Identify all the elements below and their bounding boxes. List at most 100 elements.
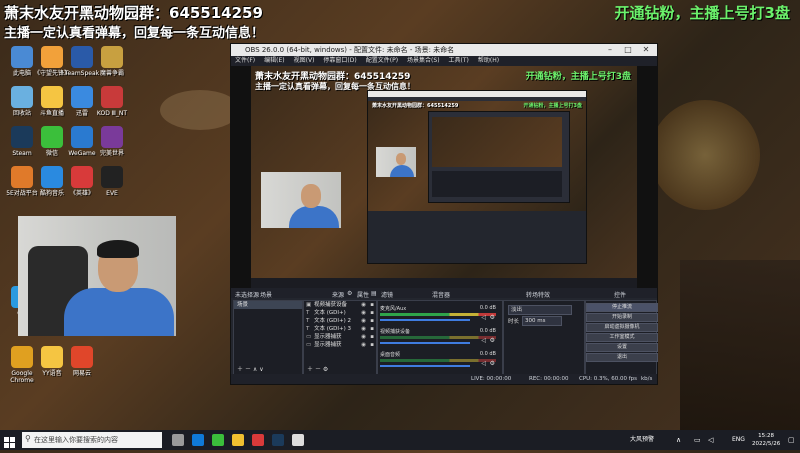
volume-slider[interactable]: [380, 319, 470, 321]
taskbar-app-icon[interactable]: [272, 434, 284, 446]
taskbar-app-icon[interactable]: [252, 434, 264, 446]
visibility-icon[interactable]: ◉: [361, 309, 366, 317]
lock-icon[interactable]: ▪: [370, 309, 374, 317]
source-item[interactable]: T 文本 (GDI+) 2 ◉ ▪: [304, 317, 376, 325]
control-button[interactable]: 退出: [586, 353, 658, 362]
source-item[interactable]: ▣ 视频捕获设备 ◉ ▪: [304, 301, 376, 309]
notification-icon[interactable]: ▢: [788, 430, 795, 450]
volume-slider[interactable]: [380, 365, 470, 367]
move-up-button[interactable]: ∧: [253, 366, 257, 373]
gear-icon[interactable]: ⚙: [490, 360, 495, 367]
webcam-feed: [18, 216, 176, 336]
add-source-button[interactable]: ＋: [307, 366, 313, 373]
mute-speaker-icon[interactable]: ◁: [481, 360, 486, 367]
app-icon: [41, 86, 63, 108]
close-button[interactable]: ✕: [637, 44, 655, 56]
lock-icon[interactable]: ▪: [370, 341, 374, 349]
obs-docks: 未选择源 ⚙ 属性 ▤ 滤镜 场景 场景 ＋ － ∧ ∨ 来源 ▣ 视频捕获设备 ◉…: [231, 288, 658, 384]
desktop-icon[interactable]: 魔兽争霸: [92, 46, 132, 77]
source-item[interactable]: T 文本 (GDI+) 3 ◉ ▪: [304, 325, 376, 333]
gear-icon[interactable]: ⚙: [347, 290, 352, 297]
taskbar-app-icon[interactable]: [172, 434, 184, 446]
duration-input[interactable]: 300 ms: [522, 316, 562, 326]
language-indicator[interactable]: ENG: [732, 430, 745, 450]
control-button[interactable]: 工作室模式: [586, 333, 658, 342]
clock[interactable]: 15:28 2022/5/26: [752, 432, 780, 448]
lock-icon[interactable]: ▪: [370, 325, 374, 333]
desktop-icon-label: EVE: [106, 190, 118, 197]
maximize-button[interactable]: □: [619, 44, 637, 56]
visibility-icon[interactable]: ◉: [361, 317, 366, 325]
obs-preview[interactable]: 萧末水友开黑动物园群：645514259 主播一定认真看弹幕，回复每一条互动信息…: [231, 66, 657, 288]
wallpaper-building: [680, 260, 800, 430]
control-button[interactable]: 启动虚拟摄像机: [586, 323, 658, 332]
control-button[interactable]: 停止推流: [586, 303, 658, 312]
source-item[interactable]: ▭ 显示器捕获 ◉ ▪: [304, 341, 376, 349]
desktop-icon[interactable]: EVE: [92, 166, 132, 197]
properties-button[interactable]: 属性: [357, 290, 369, 299]
control-button[interactable]: 设置: [586, 343, 658, 352]
source-item[interactable]: ▭ 显示器捕获 ◉ ▪: [304, 333, 376, 341]
volume-icon[interactable]: ◁: [708, 430, 713, 450]
menu-item[interactable]: 视图(V): [294, 57, 315, 64]
taskbar-app-icon[interactable]: [232, 434, 244, 446]
tray-chevron-icon[interactable]: ∧: [676, 430, 681, 450]
remove-source-button[interactable]: －: [315, 366, 321, 373]
source-item[interactable]: T 文本 (GDI+) ◉ ▪: [304, 309, 376, 317]
preview-nested-obs: 萧末水友开黑动物园群：645514259 开通钻粉，主播上号打3盘: [367, 90, 587, 264]
filter-icon[interactable]: ▤: [371, 290, 377, 297]
menu-item[interactable]: 停靠窗口(D): [323, 57, 356, 64]
desktop-icon[interactable]: 完美世界: [92, 126, 132, 157]
menu-item[interactable]: 配置文件(P): [366, 57, 398, 64]
visibility-icon[interactable]: ◉: [361, 333, 366, 341]
control-button[interactable]: 开始录制: [586, 313, 658, 322]
add-scene-button[interactable]: ＋: [237, 366, 243, 373]
lock-icon[interactable]: ▪: [370, 333, 374, 341]
minimize-button[interactable]: –: [601, 44, 619, 56]
obs-titlebar[interactable]: OBS 26.0.0 (64-bit, windows) - 配置文件: 未命名…: [231, 44, 657, 56]
lock-icon[interactable]: ▪: [370, 317, 374, 325]
desktop-icon[interactable]: KOD Ⅲ_NT: [92, 86, 132, 117]
gear-icon[interactable]: ⚙: [490, 337, 495, 344]
controls-header: 控件: [614, 292, 627, 299]
preview-nested-webcam: [376, 147, 416, 177]
visibility-icon[interactable]: ◉: [361, 301, 366, 309]
source-settings-button[interactable]: ⚙: [323, 366, 328, 373]
menu-item[interactable]: 帮助(H): [478, 57, 499, 64]
volume-slider[interactable]: [380, 342, 470, 344]
stream-overlay-title: 萧末水友开黑动物园群：645514259: [4, 4, 263, 22]
scenes-header: 场景: [260, 292, 273, 299]
taskbar-app-icon[interactable]: [192, 434, 204, 446]
obs-window[interactable]: OBS 26.0.0 (64-bit, windows) - 配置文件: 未命名…: [230, 43, 658, 385]
mute-speaker-icon[interactable]: ◁: [481, 314, 486, 321]
visibility-icon[interactable]: ◉: [361, 325, 366, 333]
app-icon: [71, 166, 93, 188]
windows-start-icon[interactable]: [4, 434, 16, 448]
mixer-channel: 视频捕获设备 0.0 dB ◁ ⚙: [380, 328, 496, 344]
scene-controls: ＋ － ∧ ∨: [237, 364, 264, 373]
filters-button[interactable]: 滤镜: [381, 290, 393, 299]
weather-widget[interactable]: 大风预警: [630, 430, 654, 450]
obs-statusbar: LIVE: 00:00:00 REC: 00:00:00 CPU: 0.3%, …: [231, 374, 657, 384]
desktop-icon[interactable]: 网易云: [62, 346, 102, 377]
transitions-header: 转场特效: [526, 292, 551, 299]
remove-scene-button[interactable]: －: [245, 366, 251, 373]
mute-speaker-icon[interactable]: ◁: [481, 337, 486, 344]
network-icon[interactable]: ▭: [694, 430, 701, 450]
source-label: 显示器捕获: [314, 334, 342, 340]
taskbar-app-icon[interactable]: [292, 434, 304, 446]
transition-select[interactable]: 淡出: [508, 305, 572, 315]
menu-item[interactable]: 编辑(E): [264, 57, 284, 64]
menu-item[interactable]: 文件(F): [235, 57, 255, 64]
menu-item[interactable]: 工具(T): [449, 57, 469, 64]
taskbar-search-input[interactable]: 在这里输入你要搜索的内容: [22, 432, 162, 448]
source-label: 文本 (GDI+): [314, 310, 346, 316]
lock-icon[interactable]: ▪: [370, 301, 374, 309]
gear-icon[interactable]: ⚙: [490, 314, 495, 321]
move-down-button[interactable]: ∨: [259, 366, 263, 373]
scene-item[interactable]: 场景: [234, 301, 302, 309]
menu-item[interactable]: 场景集合(S): [407, 57, 440, 64]
visibility-icon[interactable]: ◉: [361, 341, 366, 349]
mixer-channel: 桌面音频 0.0 dB ◁ ⚙: [380, 351, 496, 367]
taskbar-app-icon[interactable]: [212, 434, 224, 446]
